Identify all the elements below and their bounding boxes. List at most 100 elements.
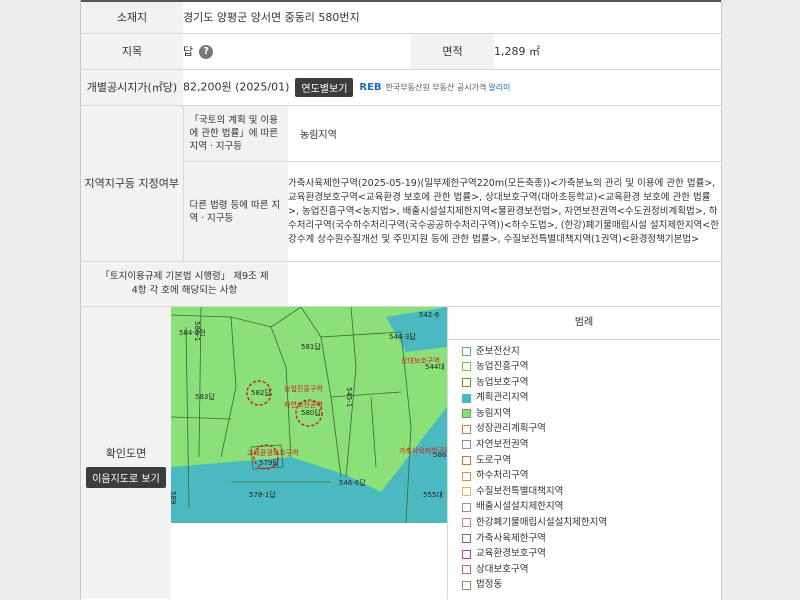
map-label: 580답 [301, 408, 321, 417]
other-law-value: 가축사육제한구역(2025-05-19)(일부제한구역220m(모든축종))<가… [288, 161, 721, 262]
legend-label: 배출시설설치제한지역 [476, 501, 564, 513]
confirm-label-cell: 확인도면 이음지도로 보기 [81, 306, 171, 599]
zone-label: 교육환경보호구역 [247, 448, 299, 457]
legend-label: 자연보전권역 [476, 439, 529, 451]
regulation-value [288, 262, 721, 307]
map-label: 545-1 [345, 387, 353, 407]
jimok-cell: 답? [183, 33, 411, 70]
legend-item: 도로구역 [462, 453, 720, 469]
reb-text: 부동산 공시가격 [432, 82, 487, 92]
parcel-map-svg: 584-2전 581답 544-3답 542-6 583답 582답 580답 … [171, 306, 447, 523]
reb-alimi: 알리미 [488, 82, 511, 92]
reb-org: 한국부동산원 [385, 82, 430, 92]
legend-item: 자연보전권역 [462, 437, 720, 453]
legend-item: 법정동 [462, 577, 720, 593]
legend-label: 도로구역 [476, 454, 511, 466]
reb-link[interactable]: REB 한국부동산원 부동산 공시가격 알리미 [359, 82, 510, 93]
legend-swatch-icon [462, 580, 471, 590]
regulation-label: 「토지이용규제 기본법 시행령」 제9조 제4항 각 호에 해당되는 사항 [81, 262, 288, 307]
legend-label: 수질보전특별대책지역 [476, 485, 564, 497]
land-info-table: 소재지 경기도 양평군 양서면 중동리 580번지 지목 답? 면적 1,289… [81, 0, 721, 106]
legend-swatch-icon [462, 502, 471, 512]
national-law-value: 농림지역 [288, 105, 721, 162]
legend-label: 농업진흥구역 [476, 361, 529, 373]
legend-item: 한강폐기물매립시설설치제한지역 [462, 515, 720, 531]
legend-item: 하수처리구역 [462, 468, 720, 484]
legend-label: 계획관리지역 [476, 392, 529, 404]
legend-swatch-icon [462, 533, 471, 543]
map-label: 542-6 [419, 311, 440, 319]
legend-swatch-icon [462, 487, 471, 497]
zone-label: 자연보전권역 [284, 400, 323, 409]
legend-label: 법정동 [476, 579, 503, 591]
legend-label: 농림지역 [476, 407, 511, 419]
legend-swatch-icon [462, 346, 471, 356]
confirm-label: 확인도면 [105, 446, 147, 460]
legend-item: 농림지역 [462, 406, 720, 422]
help-icon[interactable]: ? [199, 45, 214, 59]
legend-label: 농업보호구역 [476, 376, 529, 388]
zoning-table: 지역지구등 지정여부 「국토의 계획 및 이용에 관한 법률」에 따른 지역ㆍ지… [81, 105, 721, 262]
area-value: 1,289 ㎡ [494, 33, 721, 70]
map-label: 546-6답 [339, 478, 366, 487]
legend-panel: 범례 준보전산지 농업진흥구역농업보호구역계획관리지역농림지역성장관리계획구역자연… [447, 306, 720, 599]
land-info-panel: 소재지 경기도 양평군 양서면 중동리 580번지 지목 답? 면적 1,289… [80, 0, 722, 600]
national-law-label: 「국토의 계획 및 이용에 관한 법률」에 따른 지역ㆍ지구등 [182, 105, 288, 162]
location-value: 경기도 양평군 양서면 중동리 580번지 [183, 0, 721, 34]
legend-swatch-icon [462, 455, 471, 465]
jimok-label: 지목 [81, 33, 183, 70]
yearly-view-button[interactable]: 연도별보기 [295, 77, 354, 97]
legend-label: 하수처리구역 [476, 470, 529, 482]
legend-item: 수질보전특별대책지역 [462, 484, 720, 500]
legend-swatch-icon [462, 409, 471, 419]
zone-label: 상대보호구역 [401, 356, 440, 365]
legend-item: 성장관리계획구역 [462, 421, 720, 437]
confirm-map-section: 확인도면 이음지도로 보기 584-2전 581답 544-3답 542-6 5… [81, 306, 721, 599]
legend-item: 상대보호구역 [462, 562, 720, 578]
map-label: 586-1 [193, 321, 201, 341]
legend-swatch-icon [462, 440, 471, 450]
legend-label: 가축사육제한구역 [476, 532, 546, 544]
legend-title: 범례 [448, 307, 720, 340]
legend-item: 교육환경보호구역 [462, 546, 720, 562]
legend-swatch-icon [462, 393, 471, 403]
legend-item: 계획관리지역 [462, 390, 720, 406]
legend-item: 준보전산지 [462, 344, 720, 360]
jimok-value: 답 [183, 45, 194, 58]
legend-label: 상대보호구역 [476, 563, 529, 575]
map-label: 555대 [423, 491, 443, 499]
map-label: 583답 [195, 392, 215, 401]
zone-label: 가축사육제한구역 [399, 446, 447, 455]
location-label: 소재지 [81, 0, 183, 34]
map-label: 589 [171, 491, 177, 504]
price-label: 개별공시지가(㎡당) [81, 69, 183, 106]
eum-map-button[interactable]: 이음지도로 보기 [86, 466, 166, 488]
legend-swatch-icon [462, 471, 471, 481]
map-label: 544-3답 [389, 332, 416, 341]
legend-label: 교육환경보호구역 [476, 548, 546, 560]
confirm-map[interactable]: 584-2전 581답 544-3답 542-6 583답 582답 580답 … [171, 306, 447, 523]
area-label: 면적 [411, 33, 494, 70]
zoning-label: 지역지구등 지정여부 [81, 105, 183, 262]
legend-label: 성장관리계획구역 [476, 423, 546, 435]
legend-swatch-icon [462, 565, 471, 575]
legend-swatch-icon [462, 549, 471, 559]
reb-logo-icon: REB [359, 81, 382, 93]
legend-item: 가축사육제한구역 [462, 531, 720, 547]
zone-label: 농업진흥구역 [284, 384, 323, 393]
legend-swatch-icon [462, 424, 471, 434]
price-value: 82,200원 (2025/01) [183, 80, 290, 93]
legend-item: 배출시설설치제한지역 [462, 499, 720, 515]
legend-list: 준보전산지 농업진흥구역농업보호구역계획관리지역농림지역성장관리계획구역자연보전권… [448, 340, 720, 594]
map-label: 578-1답 [249, 490, 276, 499]
legend-swatch-icon [462, 377, 471, 387]
map-label: 579답 [259, 458, 279, 467]
map-label: 581답 [301, 342, 321, 351]
price-cell: 82,200원 (2025/01) 연도별보기 REB 한국부동산원 부동산 공시가격… [183, 69, 721, 106]
map-label: 582답 [251, 388, 271, 397]
legend-swatch-icon [462, 518, 471, 528]
other-law-label: 다른 법령 등에 따른 지역ㆍ지구등 [182, 161, 288, 262]
regulation-table: 「토지이용규제 기본법 시행령」 제9조 제4항 각 호에 해당되는 사항 [81, 262, 721, 307]
legend-swatch-icon [462, 362, 471, 372]
legend-item: 농업진흥구역 [462, 359, 720, 375]
